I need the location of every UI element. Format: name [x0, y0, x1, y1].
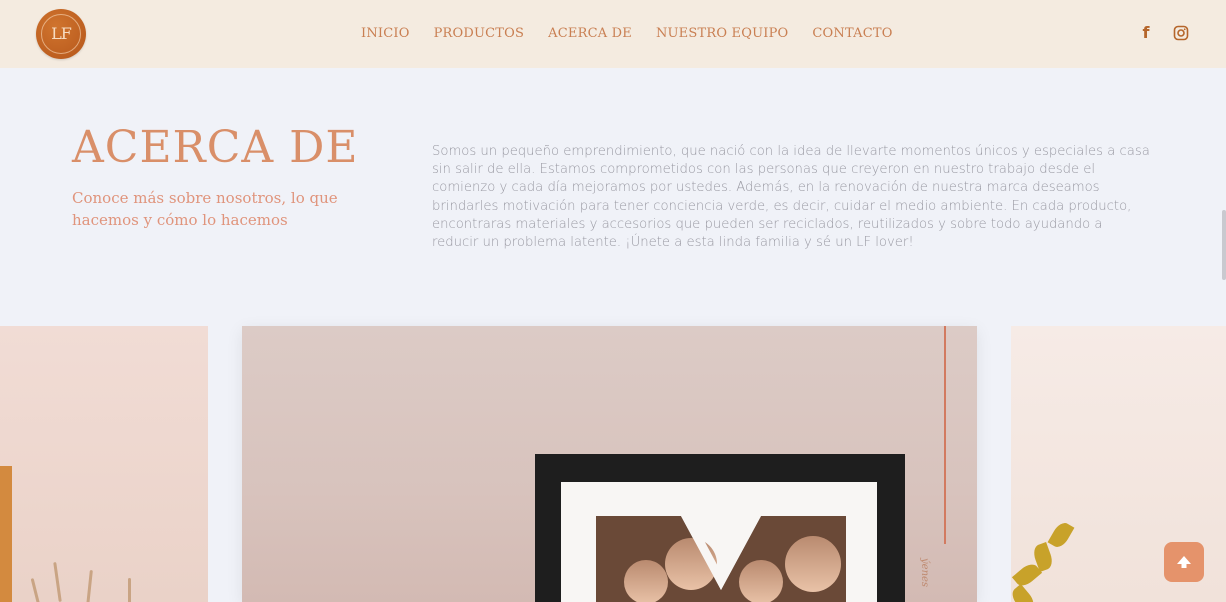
brand-logo[interactable]: LF [36, 9, 86, 59]
eucalyptus-leaf [1047, 519, 1075, 551]
nav-link-productos[interactable]: PRODUCTOS [422, 24, 537, 44]
carousel-card-center[interactable]: ýenes [242, 326, 977, 602]
page-scrollbar[interactable] [1222, 210, 1226, 280]
scroll-to-top-button[interactable] [1164, 542, 1204, 582]
dried-flower-stem [53, 561, 62, 602]
card-caption: ýenes [919, 558, 930, 588]
nav-link-inicio[interactable]: INICIO [349, 24, 422, 44]
dried-flower-stem [86, 569, 93, 602]
arrow-up-icon [1177, 556, 1191, 568]
photo-frame [535, 454, 905, 602]
main-nav: INICIO PRODUCTOS ACERCA DE NUESTRO EQUIP… [349, 24, 905, 44]
eucalyptus-leaf [1011, 583, 1038, 602]
nav-link-nuestro-equipo[interactable]: NUESTRO EQUIPO [644, 24, 800, 44]
nav-link-acerca-de[interactable]: ACERCA DE [536, 24, 644, 44]
about-description: Somos un pequeño emprendimiento, que nac… [432, 144, 1150, 251]
dried-flower-stem [128, 578, 131, 602]
nav-link-contacto[interactable]: CONTACTO [800, 24, 904, 44]
about-title: ACERCA DE [72, 122, 359, 173]
navbar: LF INICIO PRODUCTOS ACERCA DE NUESTRO EQ… [0, 0, 1226, 68]
photo-mat [561, 482, 877, 602]
about-subtitle: Conoce más sobre nosotros, lo que hacemo… [72, 189, 338, 229]
logo-text: LF [51, 24, 72, 43]
instagram-icon[interactable] [1171, 22, 1191, 44]
decorative-line [944, 326, 946, 544]
family-photo [596, 516, 846, 602]
carousel-card-left[interactable] [0, 326, 208, 602]
wooden-frame-edge [0, 466, 12, 602]
dried-flower-stem [30, 578, 41, 602]
facebook-icon[interactable]: f [1136, 22, 1156, 44]
